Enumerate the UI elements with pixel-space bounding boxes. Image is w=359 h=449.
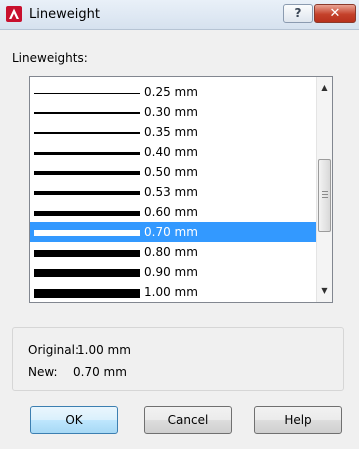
lineweight-sample xyxy=(34,112,140,114)
scrollbar-thumb[interactable] xyxy=(318,159,331,232)
autocad-icon xyxy=(6,6,22,22)
lineweight-label: 0.50 mm xyxy=(144,165,198,179)
window-title: Lineweight xyxy=(29,7,100,22)
help-title-button[interactable]: ? xyxy=(283,4,313,23)
title-bar: Lineweight ? ✕ xyxy=(0,0,359,30)
lineweight-sample xyxy=(34,269,140,277)
lineweight-sample xyxy=(34,230,140,236)
new-value: 0.70 mm xyxy=(73,365,127,379)
list-item[interactable]: 0.80 mm xyxy=(30,242,317,262)
lineweight-sample xyxy=(34,249,140,257)
lineweight-label: 0.25 mm xyxy=(144,85,198,99)
lineweight-label: 0.70 mm xyxy=(144,225,198,239)
lineweight-label: 0.30 mm xyxy=(144,105,198,119)
list-item[interactable]: 0.30 mm xyxy=(30,102,317,122)
lineweights-list[interactable]: 0.25 mm 0.30 mm 0.35 mm 0.40 mm 0.50 mm 0.53 … xyxy=(29,76,333,303)
lineweight-sample xyxy=(34,191,140,195)
list-item[interactable]: 0.40 mm xyxy=(30,142,317,162)
new-label: New: xyxy=(28,365,58,379)
lineweight-sample xyxy=(34,151,140,155)
help-button[interactable]: Help xyxy=(254,406,342,434)
lineweights-label: Lineweights: xyxy=(12,51,88,65)
up-arrow-icon[interactable]: ▲ xyxy=(317,80,332,96)
close-button[interactable]: ✕ xyxy=(314,4,356,23)
down-arrow-icon[interactable]: ▼ xyxy=(317,283,332,299)
ok-button[interactable]: OK xyxy=(30,406,118,434)
list-item[interactable]: 0.50 mm xyxy=(30,162,317,182)
list-item[interactable]: 1.00 mm xyxy=(30,282,317,302)
lineweight-sample xyxy=(34,288,140,298)
original-label: Original: xyxy=(28,343,79,357)
lineweight-label: 0.90 mm xyxy=(144,265,198,279)
lineweight-sample xyxy=(34,132,140,134)
list-item[interactable]: 0.35 mm xyxy=(30,122,317,142)
lineweight-sample xyxy=(34,171,140,175)
vertical-scrollbar[interactable]: ▲ ▼ xyxy=(316,77,332,302)
lineweight-label: 0.40 mm xyxy=(144,145,198,159)
lineweight-label: 0.53 mm xyxy=(144,185,198,199)
lineweight-label: 0.80 mm xyxy=(144,245,198,259)
lineweight-label: 0.35 mm xyxy=(144,125,198,139)
list-item[interactable]: 0.60 mm xyxy=(30,202,317,222)
list-item[interactable]: 0.90 mm xyxy=(30,262,317,282)
cancel-button[interactable]: Cancel xyxy=(144,406,232,434)
lineweight-sample xyxy=(34,210,140,216)
list-item[interactable]: 0.25 mm xyxy=(30,82,317,102)
grip-icon xyxy=(322,191,328,198)
lineweight-label: 0.60 mm xyxy=(144,205,198,219)
lineweight-label: 1.00 mm xyxy=(144,285,198,299)
list-item[interactable]: 0.53 mm xyxy=(30,182,317,202)
original-value: 1.00 mm xyxy=(77,343,131,357)
lineweight-sample xyxy=(34,92,140,94)
list-item[interactable]: 0.70 mm xyxy=(30,222,317,242)
lineweight-info-panel: Original: 1.00 mm New: 0.70 mm xyxy=(12,327,344,391)
